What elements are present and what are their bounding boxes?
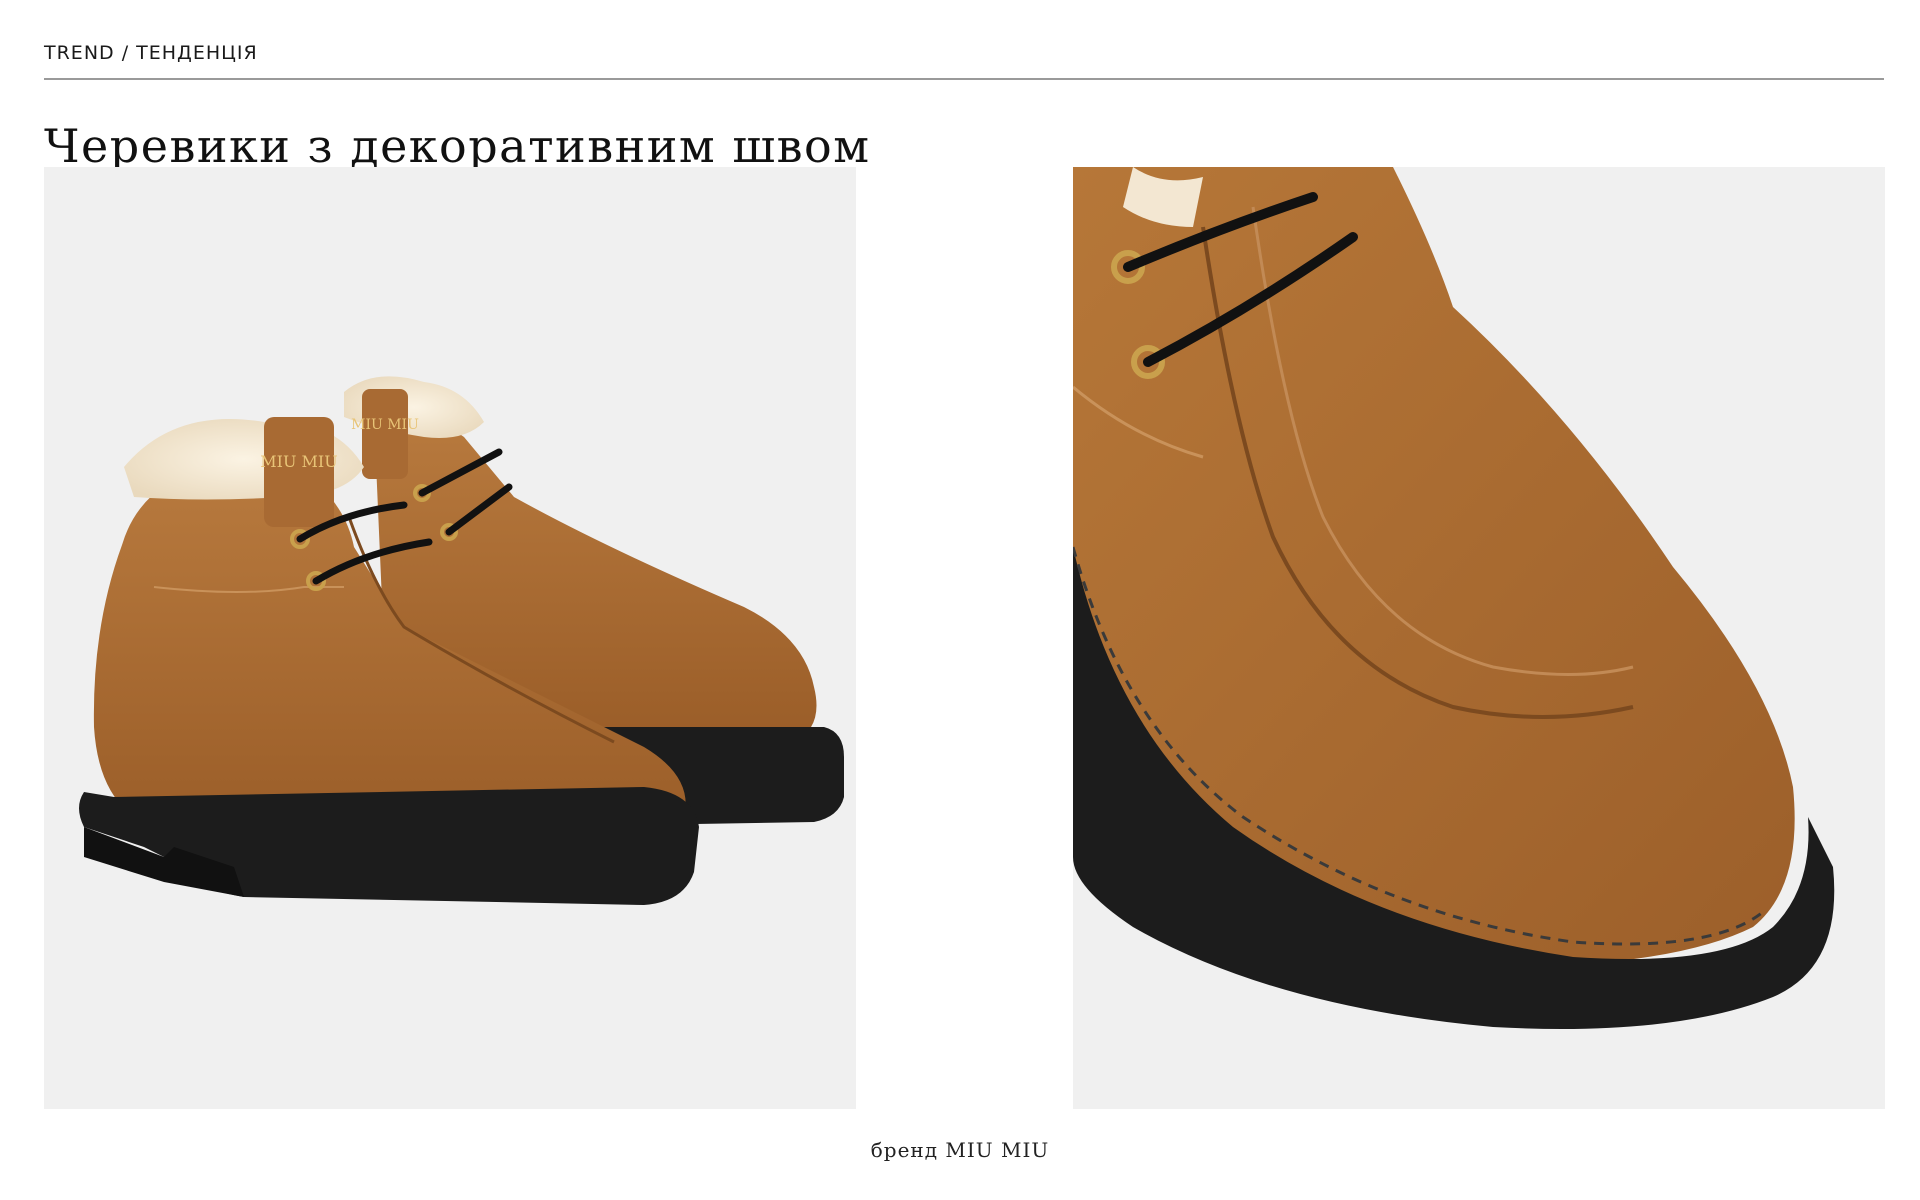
boot-closeup [1073,167,1835,1029]
product-photo-closeup [1073,167,1885,1109]
breadcrumb: TREND / ТЕНДЕНЦІЯ [44,42,258,64]
boot-closeup-illustration [1073,167,1835,1029]
brand-caption: бренд MIU MIU [870,1138,1050,1162]
boots-pair-illustration: MIU MIU MIU MIU [79,376,844,905]
front-tab-logo: MIU MIU [260,452,337,471]
header-divider [44,78,1884,80]
product-photo-pair: MIU MIU MIU MIU [44,167,856,1109]
back-tab-logo: MIU MIU [351,417,419,433]
page-title: Черевики з декоративним швом [44,118,871,173]
